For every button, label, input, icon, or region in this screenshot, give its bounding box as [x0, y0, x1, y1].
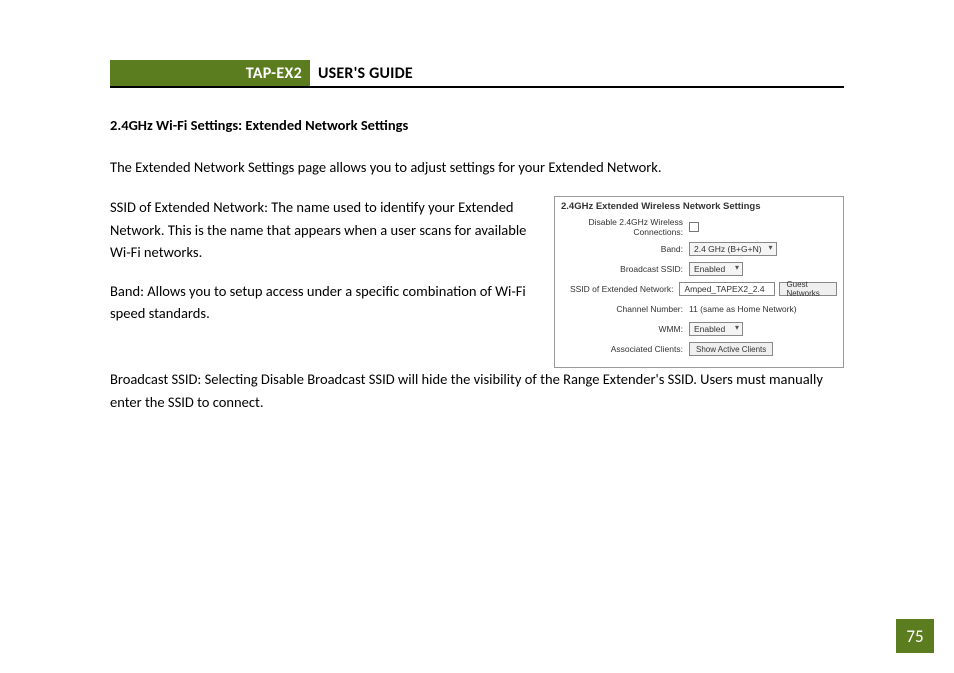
product-badge: TAP-EX2 [110, 60, 310, 86]
band-select[interactable]: 2.4 GHz (B+G+N) [689, 242, 777, 256]
row-band: Band: 2.4 GHz (B+G+N) [561, 241, 837, 257]
row-wmm: WMM: Enabled [561, 321, 837, 337]
document-header: TAP-EX2 USER'S GUIDE [110, 60, 844, 88]
panel-title: 2.4GHz Extended Wireless Network Setting… [561, 201, 837, 212]
broadcast-paragraph: Broadcast SSID: Selecting Disable Broadc… [110, 368, 844, 413]
row-channel-number: Channel Number: 11 (same as Home Network… [561, 301, 837, 317]
broadcast-ssid-label: Broadcast SSID: [561, 264, 689, 274]
channel-number-value: 11 (same as Home Network) [689, 304, 797, 314]
wmm-select[interactable]: Enabled [689, 322, 743, 336]
section-heading: 2.4GHz Wi-Fi Settings: Extended Network … [110, 116, 844, 134]
ssid-extended-label: SSID of Extended Network: [561, 284, 679, 294]
broadcast-ssid-select[interactable]: Enabled [689, 262, 743, 276]
row-associated-clients: Associated Clients: Show Active Clients [561, 341, 837, 357]
band-label: Band: [561, 244, 689, 254]
intro-paragraph: The Extended Network Settings page allow… [110, 156, 844, 178]
page-number: 75 [896, 619, 934, 653]
row-broadcast-ssid: Broadcast SSID: Enabled [561, 261, 837, 277]
guest-networks-button[interactable]: Guest Networks [779, 282, 837, 296]
channel-number-label: Channel Number: [561, 304, 689, 314]
disable-wireless-checkbox[interactable] [689, 222, 699, 232]
associated-clients-label: Associated Clients: [561, 344, 689, 354]
row-disable-wireless: Disable 2.4GHz Wireless Connections: [561, 217, 837, 237]
settings-screenshot-panel: 2.4GHz Extended Wireless Network Setting… [554, 196, 844, 368]
guide-title: USER'S GUIDE [310, 60, 413, 86]
ssid-extended-input[interactable]: Amped_TAPEX2_2.4 [679, 282, 775, 296]
wmm-label: WMM: [561, 324, 689, 334]
show-active-clients-button[interactable]: Show Active Clients [689, 342, 773, 356]
ssid-paragraph: SSID of Extended Network: The name used … [110, 196, 538, 263]
row-ssid-extended: SSID of Extended Network: Amped_TAPEX2_2… [561, 281, 837, 297]
disable-wireless-label: Disable 2.4GHz Wireless Connections: [561, 217, 689, 237]
band-paragraph: Band: Allows you to setup access under a… [110, 280, 538, 325]
